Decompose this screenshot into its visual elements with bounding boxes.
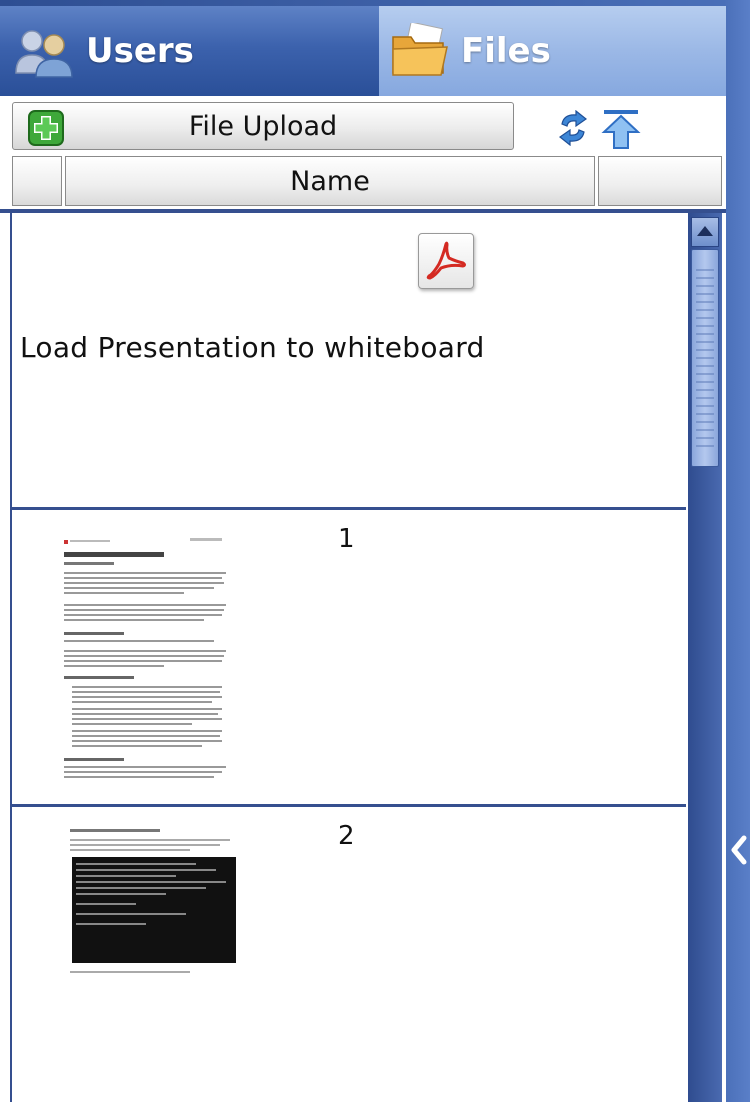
file-list: Load Presentation to whiteboard 1 2 — [10, 213, 686, 1102]
tab-users-label: Users — [86, 31, 194, 71]
scrollbar-thumb[interactable] — [691, 249, 719, 467]
header-extra-column[interactable] — [598, 156, 722, 206]
tab-users[interactable]: Users — [0, 6, 379, 96]
files-panel: Users Files File Upload Name Load Presen… — [0, 0, 750, 1102]
header-name-column[interactable]: Name — [65, 156, 595, 206]
refresh-icon[interactable] — [556, 109, 590, 147]
file-upload-label: File Upload — [188, 110, 338, 142]
page-row: 2 — [12, 807, 686, 1102]
page-number: 2 — [338, 821, 355, 851]
vertical-scrollbar[interactable] — [688, 213, 722, 1102]
folder-icon — [389, 21, 451, 79]
page-row: 1 — [12, 510, 686, 804]
load-presentation-link[interactable]: Load Presentation to whiteboard — [20, 331, 485, 364]
page-number: 1 — [338, 524, 355, 554]
header-name-label: Name — [290, 165, 370, 197]
pdf-icon[interactable] — [418, 233, 474, 289]
tab-bar: Users Files — [0, 0, 726, 96]
file-row: Load Presentation to whiteboard — [12, 213, 686, 507]
users-icon — [12, 23, 74, 79]
file-upload-button[interactable]: File Upload — [12, 102, 514, 150]
toolbar: File Upload — [0, 96, 726, 154]
tab-files[interactable]: Files — [379, 6, 726, 96]
file-table-header: Name — [0, 154, 726, 208]
scroll-up-button[interactable] — [691, 217, 719, 247]
tab-files-label: Files — [461, 31, 551, 71]
scroll-to-top-icon[interactable] — [600, 108, 642, 150]
add-icon — [27, 109, 65, 147]
header-checkbox-column[interactable] — [12, 156, 62, 206]
page-thumbnail[interactable] — [56, 532, 234, 794]
collapse-panel-icon[interactable] — [726, 830, 750, 870]
page-thumbnail[interactable] — [56, 813, 244, 983]
